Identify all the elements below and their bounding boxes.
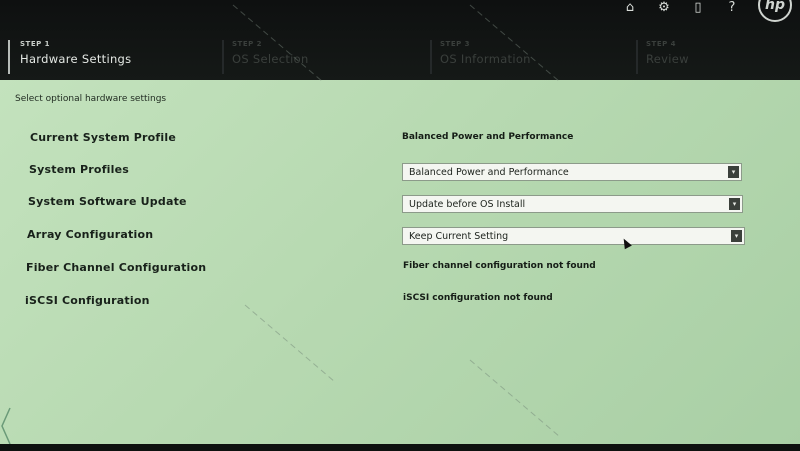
- bottom-bar: [0, 444, 800, 451]
- home-icon[interactable]: ⌂: [622, 0, 638, 16]
- fiber-channel-configuration-label: Fiber Channel Configuration: [26, 261, 207, 274]
- fiber-channel-configuration-value: Fiber channel configuration not found: [403, 261, 596, 271]
- dropdown-arrow-icon[interactable]: ▾: [731, 230, 742, 242]
- select-value: Keep Current Setting: [409, 231, 509, 242]
- step-3-os-information[interactable]: STEP 3 OS Information: [430, 40, 531, 74]
- step-number: STEP 3: [440, 40, 471, 48]
- header-icons: ⌂ ⚙ ▯ ? hp: [622, 0, 792, 22]
- select-value: Update before OS Install: [409, 199, 526, 210]
- iscsi-configuration-label: iSCSI Configuration: [25, 294, 150, 307]
- step-number: STEP 1: [20, 40, 51, 48]
- step-4-review[interactable]: STEP 4 Review: [636, 40, 689, 74]
- system-software-update-select[interactable]: Update before OS Install ▾: [402, 195, 743, 213]
- select-value: Balanced Power and Performance: [409, 167, 569, 178]
- array-configuration-select[interactable]: Keep Current Setting ▾: [402, 227, 745, 245]
- dropdown-arrow-icon[interactable]: ▾: [729, 198, 740, 210]
- step-1-hardware-settings[interactable]: STEP 1 Hardware Settings: [8, 40, 131, 74]
- step-title: OS Selection: [232, 52, 309, 66]
- step-title: Hardware Settings: [20, 52, 132, 66]
- current-system-profile-value: Balanced Power and Performance: [402, 132, 574, 142]
- gear-icon[interactable]: ⚙: [656, 0, 672, 16]
- page-subtitle: Select optional hardware settings: [15, 94, 167, 104]
- help-icon[interactable]: ?: [724, 0, 740, 16]
- hp-logo: hp: [758, 0, 792, 22]
- system-software-update-label: System Software Update: [28, 195, 187, 208]
- dropdown-arrow-icon[interactable]: ▾: [728, 166, 739, 178]
- current-system-profile-label: Current System Profile: [30, 131, 177, 144]
- hardware-settings-panel: Select optional hardware settings Curren…: [0, 80, 800, 451]
- step-title: OS Information: [440, 52, 531, 66]
- system-profiles-label: System Profiles: [29, 163, 130, 176]
- step-number: STEP 2: [232, 40, 263, 48]
- top-header-bar: ⌂ ⚙ ▯ ? hp STEP 1 Hardware Settings STEP…: [0, 0, 800, 80]
- system-profiles-select[interactable]: Balanced Power and Performance ▾: [402, 163, 742, 181]
- step-title: Review: [646, 52, 689, 66]
- array-configuration-label: Array Configuration: [27, 228, 154, 241]
- clipboard-icon[interactable]: ▯: [690, 0, 706, 16]
- iscsi-configuration-value: iSCSI configuration not found: [403, 293, 553, 303]
- chevron-left-icon[interactable]: [0, 406, 14, 446]
- step-2-os-selection[interactable]: STEP 2 OS Selection: [222, 40, 309, 74]
- step-number: STEP 4: [646, 40, 677, 48]
